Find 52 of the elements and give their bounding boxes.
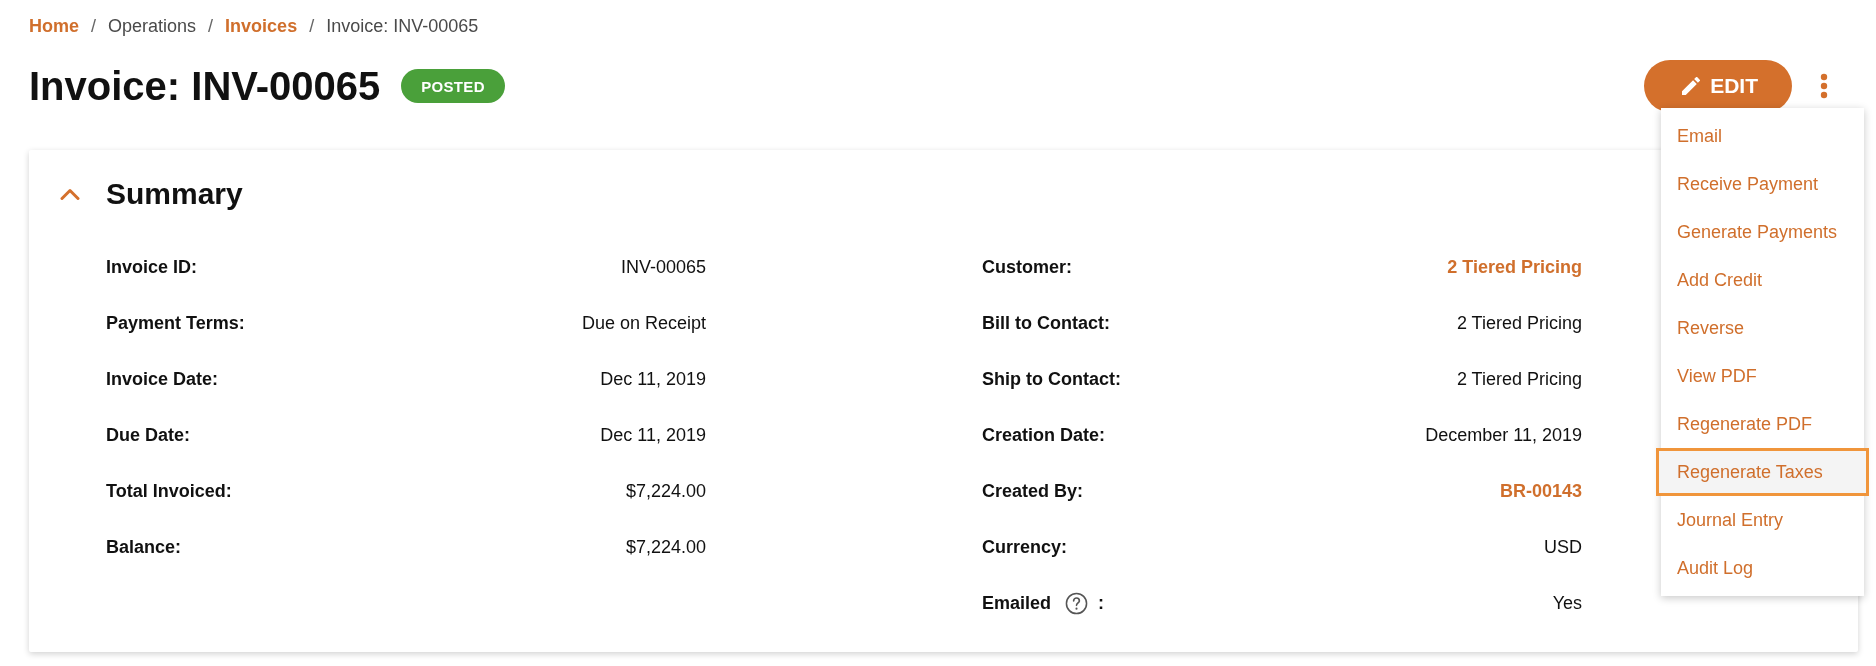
field-value: 2 Tiered Pricing (1456, 368, 1582, 390)
status-badge: POSTED (401, 69, 505, 103)
breadcrumb-text: Invoice: INV-00065 (326, 15, 479, 38)
field-link[interactable]: 2 Tiered Pricing (1447, 256, 1582, 278)
page-title: Invoice: INV-00065 (29, 63, 381, 110)
pencil-icon (1682, 77, 1701, 95)
breadcrumb-link[interactable]: Home (29, 14, 79, 38)
field-label-colon: : (1098, 592, 1105, 614)
field-label: Ship to Contact: (982, 368, 1121, 390)
field-value: December 11, 2019 (1425, 424, 1582, 446)
field-label: Payment Terms: (106, 312, 245, 334)
field-label: Due Date: (106, 424, 190, 446)
field-label: Created By: (982, 480, 1084, 502)
menu-item[interactable]: Add Credit (1661, 256, 1864, 304)
field-value: INV-00065 (620, 256, 706, 278)
menu-item[interactable]: Audit Log (1661, 544, 1864, 592)
breadcrumb-text: Operations (108, 15, 197, 38)
menu-item[interactable]: Journal Entry (1661, 496, 1864, 544)
field-value: USD (1544, 536, 1582, 558)
breadcrumb-separator: / (91, 15, 97, 38)
breadcrumb-separator: / (208, 15, 214, 38)
menu-item[interactable]: Email (1661, 112, 1864, 160)
breadcrumb-link[interactable]: Invoices (225, 14, 298, 38)
field-value: Due on Receipt (581, 312, 706, 334)
more-vertical-icon[interactable] (1820, 73, 1828, 99)
field-link[interactable]: BR-00143 (1499, 480, 1582, 502)
field-label: Bill to Contact: (982, 312, 1110, 334)
menu-item[interactable]: Generate Payments (1661, 208, 1864, 256)
menu-item[interactable]: Regenerate PDF (1661, 400, 1864, 448)
field-label: Creation Date: (982, 424, 1106, 446)
field-label: Currency: (982, 536, 1068, 558)
menu-item[interactable]: View PDF (1661, 352, 1864, 400)
field-label: Invoice Date: (106, 368, 219, 390)
menu-item[interactable]: Reverse (1661, 304, 1864, 352)
section-title: Summary (106, 177, 243, 211)
edit-button[interactable]: EDIT (1644, 60, 1792, 112)
field-label: Invoice ID: (106, 256, 198, 278)
field-label: Emailed (982, 592, 1052, 614)
breadcrumb-separator: / (309, 15, 315, 38)
field-label: Total Invoiced: (106, 480, 232, 502)
field-value: Dec 11, 2019 (600, 424, 706, 446)
menu-item[interactable]: Receive Payment (1661, 160, 1864, 208)
field-value: 2 Tiered Pricing (1456, 312, 1582, 334)
menu-item[interactable]: Regenerate Taxes (1656, 448, 1869, 496)
field-value: $7,224.00 (625, 480, 706, 502)
field-label: Customer: (982, 256, 1072, 278)
field-value: Dec 11, 2019 (600, 368, 706, 390)
field-value: $7,224.00 (625, 536, 706, 558)
help-icon[interactable] (1065, 591, 1089, 615)
chevron-up-icon[interactable] (60, 188, 80, 200)
field-value: Yes (1552, 592, 1582, 614)
field-label: Balance: (106, 536, 182, 558)
